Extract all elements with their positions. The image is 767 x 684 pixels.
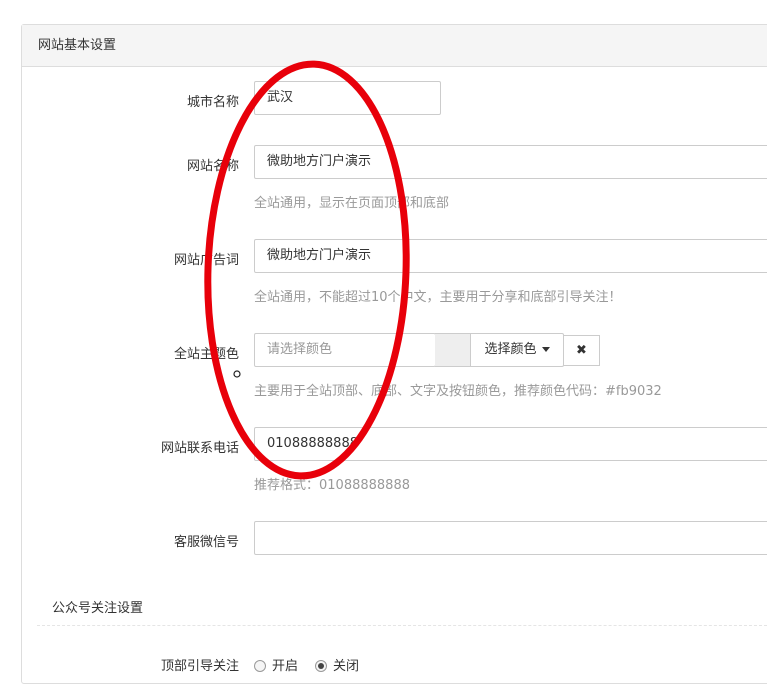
- ad-slogan-input[interactable]: 微助地方门户演示: [254, 239, 767, 273]
- wechat-input[interactable]: [254, 521, 767, 555]
- top-guide-label: 顶部引导关注: [160, 659, 239, 674]
- select-color-button[interactable]: 选择颜色: [470, 333, 564, 367]
- select-color-label: 选择颜色: [484, 342, 537, 357]
- theme-color-label: 全站主题色: [173, 347, 239, 362]
- site-name-label: 网站名称: [186, 159, 239, 174]
- radio-unchecked-icon[interactable]: [254, 660, 266, 672]
- radio-close-label: 关闭: [333, 659, 360, 674]
- phone-input[interactable]: 01088888888: [254, 427, 767, 461]
- wechat-label: 客服微信号: [173, 535, 239, 550]
- radio-open[interactable]: 开启: [254, 655, 298, 674]
- close-icon: ✖: [576, 343, 587, 358]
- section-divider: [37, 625, 767, 626]
- site-name-input[interactable]: 微助地方门户演示: [254, 145, 767, 179]
- panel-title: 网站基本设置: [22, 25, 767, 67]
- phone-help: 推荐格式：01088888888: [254, 478, 410, 493]
- ad-slogan-help: 全站通用，不能超过10个中文，主要用于分享和底部引导关注！: [254, 290, 622, 305]
- phone-label: 网站联系电话: [160, 441, 239, 456]
- ad-slogan-label: 网站广告词: [173, 253, 239, 268]
- radio-open-label: 开启: [272, 659, 299, 674]
- city-label: 城市名称: [186, 95, 239, 110]
- follow-section-title: 公众号关注设置: [52, 601, 144, 616]
- radio-checked-icon[interactable]: [315, 660, 327, 672]
- clear-color-button[interactable]: ✖: [563, 335, 600, 366]
- caret-down-icon: [541, 347, 550, 352]
- theme-color-input[interactable]: 请选择颜色: [254, 333, 436, 367]
- site-name-help: 全站通用，显示在页面顶部和底部: [254, 196, 450, 211]
- radio-close[interactable]: 关闭: [315, 655, 359, 674]
- theme-color-help: 主要用于全站顶部、底部、文字及按钮颜色，推荐颜色代码：#fb9032: [254, 384, 662, 399]
- color-swatch: [435, 333, 470, 367]
- city-input[interactable]: 武汉: [254, 81, 441, 115]
